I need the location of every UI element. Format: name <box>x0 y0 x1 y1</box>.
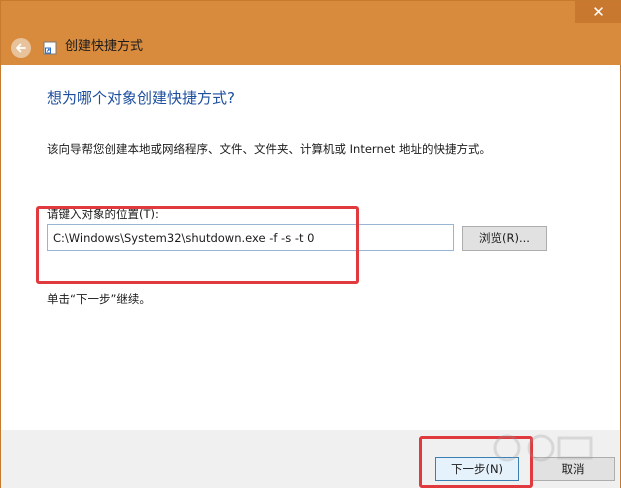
cancel-button[interactable]: 取消 <box>531 457 615 481</box>
wizard-title: 创建快捷方式 <box>65 39 144 54</box>
location-label: 请键入对象的位置(T): <box>47 207 159 221</box>
shortcut-icon <box>43 41 57 55</box>
close-icon: ✕ <box>592 3 605 21</box>
back-button[interactable] <box>11 38 31 58</box>
browse-button[interactable]: 浏览(R)... <box>462 226 547 251</box>
wizard-content: 想为哪个对象创建快捷方式? 该向导帮您创建本地或网络程序、文件、文件夹、计算机或… <box>9 65 613 430</box>
create-shortcut-window: ✕ 创建快捷方式 想为哪个对象创建快捷方式? 该向导帮您创建本地或网络程序、文件… <box>0 0 621 488</box>
next-button[interactable]: 下一步(N) <box>435 457 519 481</box>
location-input[interactable] <box>47 224 454 251</box>
back-arrow-icon <box>16 43 26 53</box>
title-bar: ✕ 创建快捷方式 <box>1 1 621 65</box>
wizard-footer: 下一步(N) 取消 <box>1 430 620 488</box>
page-heading: 想为哪个对象创建快捷方式? <box>47 89 235 107</box>
wizard-description: 该向导帮您创建本地或网络程序、文件、文件夹、计算机或 Internet 地址的快… <box>47 142 491 156</box>
close-button[interactable]: ✕ <box>575 1 621 23</box>
continue-hint: 单击“下一步”继续。 <box>47 292 151 306</box>
